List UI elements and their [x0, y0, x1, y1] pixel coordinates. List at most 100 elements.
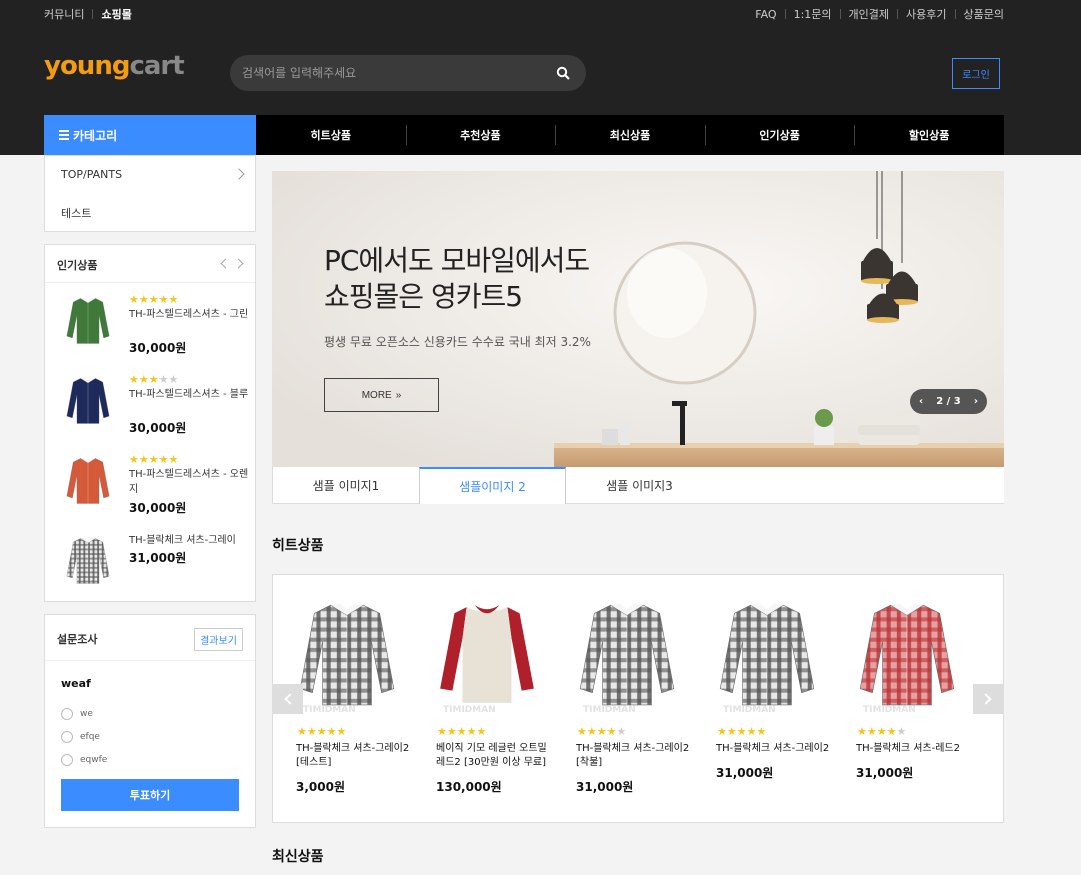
- tab-sample-image-3[interactable]: 샘플 이미지3: [566, 467, 713, 504]
- product-image[interactable]: [291, 597, 403, 715]
- carousel-prev-button[interactable]: [273, 684, 303, 714]
- chevron-left-icon: [284, 693, 296, 705]
- chevron-left-icon[interactable]: [220, 258, 231, 269]
- star-icon: ★: [866, 725, 877, 738]
- menu-popular-products[interactable]: 인기상품: [704, 115, 855, 155]
- popular-product-item[interactable]: ★★★★★ TH-파스텔드레스셔츠 - 블루 30,000원: [45, 363, 255, 443]
- search-bar: [230, 55, 586, 91]
- chevron-right-icon[interactable]: ›: [974, 396, 978, 407]
- category-button[interactable]: 카테고리: [44, 115, 256, 155]
- star-icon: ★: [297, 725, 307, 738]
- search-input[interactable]: [242, 63, 542, 83]
- menu-hit-products[interactable]: 히트상품: [256, 115, 406, 155]
- watermark: TIMIDMAN: [303, 705, 356, 715]
- poll-option[interactable]: eqwfe: [61, 754, 107, 766]
- category-item-top-pants[interactable]: TOP/PANTS: [61, 168, 122, 181]
- hit-product-item[interactable]: TIMIDMAN ★★★★★ 베이직 기모 레글런 오트밀 레드2 [30만원 이상…: [413, 597, 553, 807]
- product-price: 31,000원: [716, 766, 774, 780]
- faq-link[interactable]: FAQ: [755, 8, 776, 21]
- chevron-right-icon[interactable]: [233, 168, 245, 180]
- menu-latest-products[interactable]: 최신상품: [555, 115, 705, 155]
- product-name[interactable]: TH-블락체크 셔츠-그레이: [129, 533, 254, 548]
- product-price: 30,000원: [129, 421, 187, 435]
- community-link[interactable]: 커뮤니티: [44, 6, 84, 22]
- product-image[interactable]: [851, 597, 963, 715]
- product-name[interactable]: 베이직 기모 레글런 오트밀 레드2 [30만원 이상 무료]: [436, 742, 556, 770]
- shop-link[interactable]: 쇼핑몰: [101, 6, 131, 22]
- hit-products-title: 히트상품: [272, 538, 324, 554]
- product-name[interactable]: TH-블락체크 셔츠-그레이2: [716, 742, 836, 756]
- poll-option[interactable]: efqe: [61, 731, 100, 743]
- product-rating: ★★★★★: [129, 453, 178, 466]
- star-icon: ★: [316, 725, 327, 738]
- radio-button[interactable]: [61, 754, 73, 766]
- product-image[interactable]: [711, 597, 823, 715]
- popular-product-item[interactable]: ★★★★★ TH-파스텔드레스셔츠 - 오렌지 30,000원: [45, 443, 255, 523]
- product-name[interactable]: TH-파스텔드레스셔츠 - 그린: [129, 307, 254, 322]
- menu-recommended-products[interactable]: 추천상품: [405, 115, 556, 155]
- vote-button[interactable]: 투표하기: [61, 779, 239, 811]
- menu-sale-products[interactable]: 할인상품: [854, 115, 1004, 155]
- poll-option[interactable]: we: [61, 708, 93, 720]
- popular-product-item[interactable]: TH-블락체크 셔츠-그레이 31,000원: [45, 523, 255, 603]
- star-icon: ★: [876, 725, 887, 738]
- star-icon: ★: [476, 725, 487, 738]
- main-banner[interactable]: PC에서도 모바일에서도 쇼핑몰은 영카트5 평생 무료 오픈소스 신용카드 수수…: [272, 171, 1004, 468]
- product-name[interactable]: TH-파스텔드레스셔츠 - 블루: [129, 387, 254, 402]
- star-icon: ★: [756, 725, 767, 738]
- star-icon: ★: [586, 725, 597, 738]
- product-name[interactable]: TH-블락체크 셔츠-레드2: [856, 742, 976, 756]
- star-icon: ★: [148, 293, 159, 306]
- star-icon: ★: [736, 725, 747, 738]
- star-icon: ★: [158, 293, 169, 306]
- banner-more-button[interactable]: MORE»: [324, 378, 439, 412]
- watermark: TIMIDMAN: [863, 705, 916, 715]
- carousel-next-button[interactable]: [973, 684, 1003, 714]
- poll-option-label: we: [80, 709, 93, 719]
- chevron-right-icon[interactable]: [233, 258, 244, 269]
- poll-option-label: eqwfe: [80, 755, 108, 765]
- hit-product-item[interactable]: TIMIDMAN ★★★★★ TH-블락체크 셔츠-레드2 31,000원: [833, 597, 973, 807]
- product-rating: ★★★★★: [577, 725, 626, 738]
- reviews-link[interactable]: 사용후기: [906, 6, 946, 22]
- product-name[interactable]: TH-파스텔드레스셔츠 - 오렌지: [129, 467, 254, 497]
- product-thumbnail[interactable]: [65, 451, 111, 509]
- product-name[interactable]: TH-블락체크 셔츠-그레이2 [테스트]: [296, 742, 416, 770]
- main-menu: 히트상품 추천상품 최신상품 인기상품 할인상품: [256, 115, 1004, 155]
- star-icon: ★: [326, 725, 337, 738]
- star-icon: ★: [138, 373, 149, 386]
- site-logo[interactable]: youngcart: [44, 51, 185, 81]
- chevron-left-icon[interactable]: ‹: [919, 396, 923, 407]
- product-thumbnail[interactable]: [65, 371, 111, 429]
- product-thumbnail[interactable]: [65, 531, 111, 589]
- product-thumbnail[interactable]: [65, 291, 111, 349]
- logo-text-young: young: [44, 51, 130, 81]
- banner-pager: ‹ 2 / 3 ›: [910, 389, 987, 414]
- star-icon: ★: [138, 293, 149, 306]
- star-icon: ★: [606, 725, 617, 738]
- hit-product-item[interactable]: TIMIDMAN ★★★★★ TH-블락체크 셔츠-그레이2 31,000원: [693, 597, 833, 807]
- product-name[interactable]: TH-블락체크 셔츠-그레이2 [착불]: [576, 742, 696, 770]
- more-label: MORE: [361, 389, 392, 401]
- search-icon[interactable]: [556, 66, 570, 80]
- inquiry-link[interactable]: 1:1문의: [794, 6, 832, 22]
- product-qna-link[interactable]: 상품문의: [964, 6, 1004, 22]
- watermark: TIMIDMAN: [443, 705, 496, 715]
- personal-payment-link[interactable]: 개인결제: [849, 6, 889, 22]
- product-image[interactable]: [431, 597, 543, 715]
- category-item-test[interactable]: 테스트: [61, 205, 91, 221]
- tab-sample-image-2[interactable]: 샘플이미지 2: [419, 467, 566, 504]
- login-button[interactable]: 로그인: [952, 58, 1000, 89]
- tab-sample-image-1[interactable]: 샘플 이미지1: [272, 467, 419, 504]
- star-icon: ★: [306, 725, 317, 738]
- product-rating: ★★★★★: [129, 373, 178, 386]
- radio-button[interactable]: [61, 708, 73, 720]
- star-icon: ★: [726, 725, 737, 738]
- poll-header: 설문조사 결과보기: [45, 615, 255, 661]
- star-icon: ★: [168, 373, 179, 386]
- popular-product-item[interactable]: ★★★★★ TH-파스텔드레스셔츠 - 그린 30,000원: [45, 283, 255, 363]
- poll-results-button[interactable]: 결과보기: [194, 628, 243, 651]
- radio-button[interactable]: [61, 731, 73, 743]
- product-image[interactable]: [571, 597, 683, 715]
- hit-product-item[interactable]: TIMIDMAN ★★★★★ TH-블락체크 셔츠-그레이2 [착불] 31,000원: [553, 597, 693, 807]
